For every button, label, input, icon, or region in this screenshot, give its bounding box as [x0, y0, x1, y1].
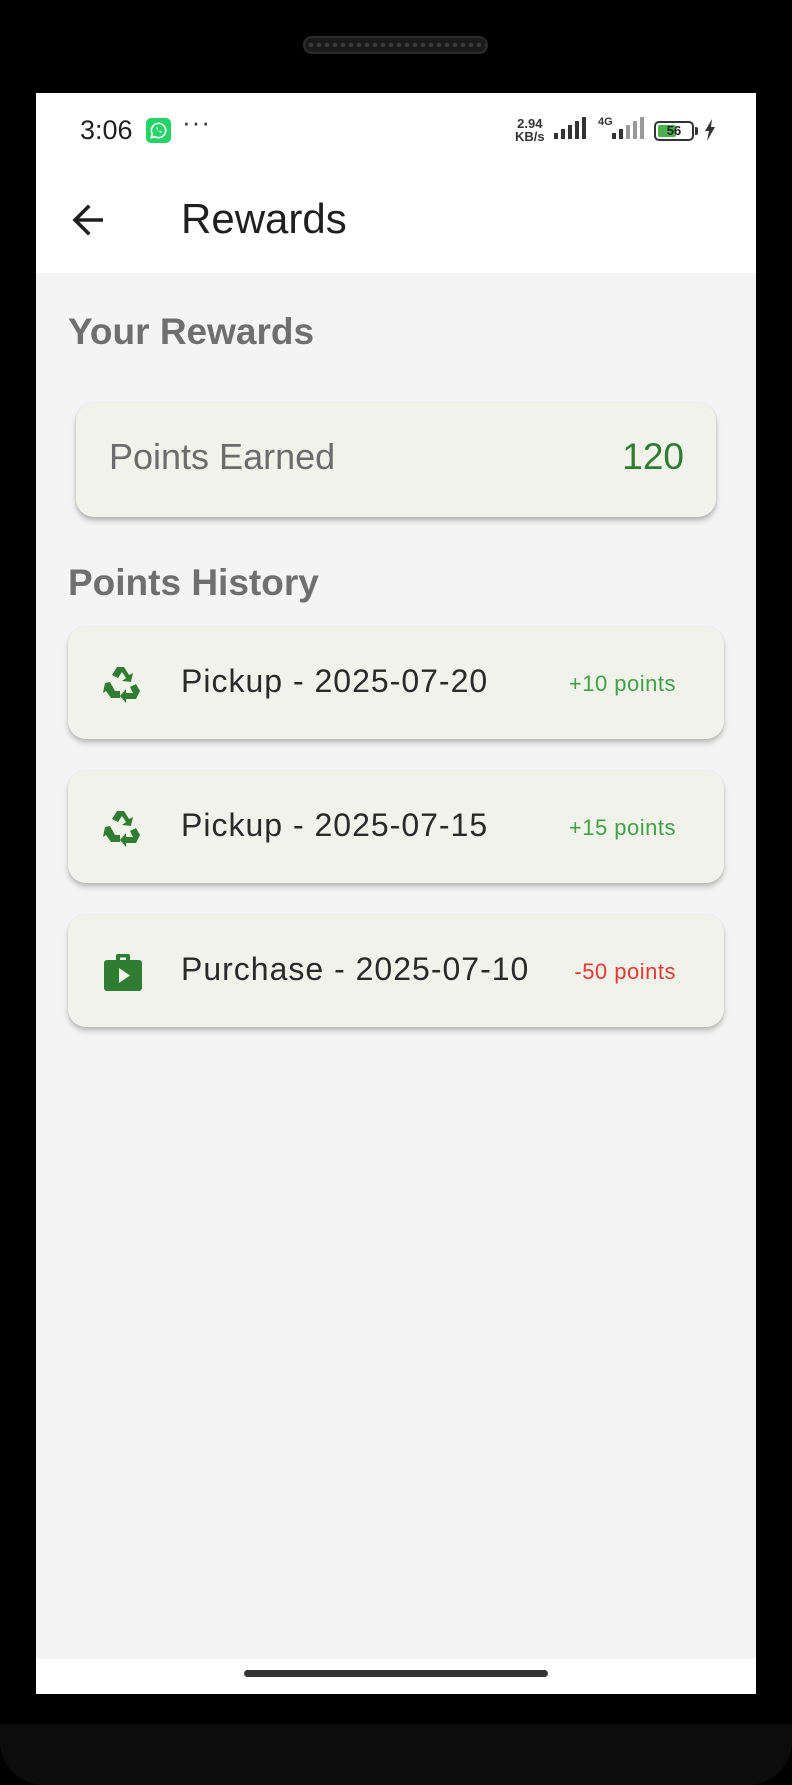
rewards-heading: Your Rewards	[68, 311, 315, 352]
history-heading: Points History	[68, 562, 319, 603]
points-card: Points Earned 120	[76, 403, 716, 517]
points-earned-value: 120	[622, 436, 684, 477]
more-dots-icon: ···	[182, 107, 211, 137]
recycle-icon	[103, 811, 140, 847]
signal-icon	[554, 117, 586, 139]
battery-cap	[695, 127, 698, 135]
recycle-icon	[103, 667, 140, 703]
app-screen: 3:06 ··· 2.94 KB/s 4G 56 Rewards Your Re…	[36, 93, 756, 1694]
bottom-bezel	[0, 1724, 792, 1785]
network-type-label: 4G	[598, 116, 613, 128]
history-item-pickup-0715[interactable]: Pickup - 2025-07-15 +15 points	[68, 771, 724, 883]
home-indicator[interactable]	[244, 1670, 548, 1677]
speaker-grille	[303, 36, 488, 54]
history-item-points: +10 points	[568, 671, 676, 696]
history-item-points: -50 points	[574, 959, 676, 984]
points-earned-label: Points Earned	[109, 436, 336, 477]
history-item-pickup-0720[interactable]: Pickup - 2025-07-20 +10 points	[68, 627, 724, 739]
back-button[interactable]	[60, 192, 116, 248]
phone-frame: 3:06 ··· 2.94 KB/s 4G 56 Rewards Your Re…	[0, 0, 792, 1785]
gesture-nav-bar	[36, 1659, 756, 1694]
page-title: Rewards	[181, 195, 347, 242]
charging-bolt-icon	[705, 119, 715, 141]
whatsapp-icon	[146, 118, 171, 143]
app-bar: Rewards	[36, 167, 756, 273]
history-item-label: Pickup - 2025-07-15	[181, 807, 489, 843]
battery-level: 56	[666, 123, 682, 138]
history-item-label: Purchase - 2025-07-10	[181, 951, 530, 987]
history-item-purchase-0710[interactable]: Purchase - 2025-07-10 -50 points	[68, 915, 724, 1027]
signal-icon-secondary	[612, 117, 644, 139]
shop-bag-icon	[104, 954, 142, 991]
arrow-left-icon	[72, 204, 103, 236]
status-bar: 3:06 ··· 2.94 KB/s 4G 56	[36, 93, 756, 167]
battery-icon: 56	[654, 121, 694, 141]
history-item-points: +15 points	[568, 815, 676, 840]
network-speed: 2.94 KB/s	[515, 116, 545, 144]
status-time: 3:06	[80, 115, 133, 145]
history-item-label: Pickup - 2025-07-20	[181, 663, 489, 699]
